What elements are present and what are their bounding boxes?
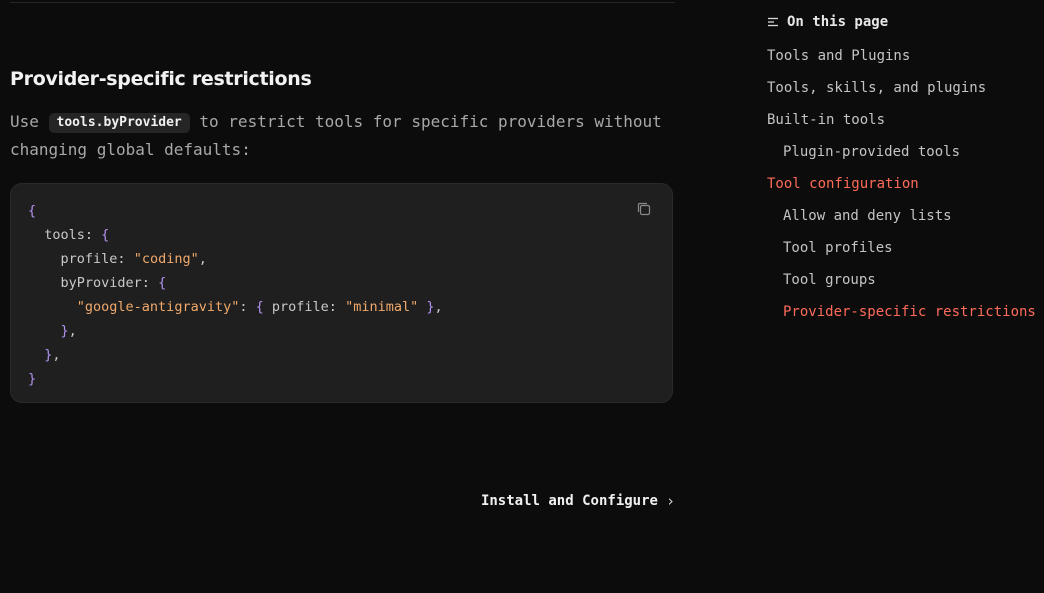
toc-item-tools-and-plugins[interactable]: Tools and Plugins: [767, 44, 1037, 68]
toc-item-tool-configuration[interactable]: Tool configuration: [767, 172, 1037, 196]
code-key: tools: [44, 227, 85, 243]
code-brace: {: [28, 203, 37, 219]
code-brace: {: [255, 299, 264, 315]
toc-title: On this page: [787, 14, 889, 30]
toc-item-allow-deny-lists[interactable]: Allow and deny lists: [767, 204, 1037, 228]
toc-item-provider-specific-restrictions[interactable]: Provider-specific restrictions: [767, 300, 1037, 324]
toc-item-built-in-tools[interactable]: Built-in tools: [767, 108, 1037, 132]
code-brace: {: [158, 275, 167, 291]
code-brace: }: [426, 299, 435, 315]
code-key: byProvider: [60, 275, 142, 291]
toc-item-tools-skills-plugins[interactable]: Tools, skills, and plugins: [767, 76, 1037, 100]
table-of-contents: On this page Tools and Plugins Tools, sk…: [767, 12, 1037, 320]
toc-list: Tools and Plugins Tools, skills, and plu…: [767, 44, 1037, 332]
top-divider: [10, 2, 675, 3]
code-block: { tools: { profile: "coding", byProvider…: [10, 183, 673, 403]
code-key: profile: [271, 299, 329, 315]
code-key: profile: [60, 251, 118, 267]
code-string: "minimal": [345, 299, 419, 315]
next-page-link[interactable]: Install and Configure ›: [481, 492, 675, 510]
inline-code: tools.byProvider: [48, 113, 190, 133]
next-page-label: Install and Configure: [480, 493, 658, 509]
code-brace: }: [60, 323, 69, 339]
toc-item-tool-groups[interactable]: Tool groups: [767, 268, 1037, 292]
intro-paragraph: Use tools.byProvider to restrict tools f…: [10, 108, 670, 164]
toc-item-plugin-provided-tools[interactable]: Plugin-provided tools: [767, 140, 1037, 164]
copy-button[interactable]: [636, 201, 652, 217]
code-brace: }: [28, 371, 37, 387]
toc-item-tool-profiles[interactable]: Tool profiles: [767, 236, 1037, 260]
toc-header: On this page: [767, 12, 1037, 32]
copy-icon: [637, 202, 651, 216]
section-heading: Provider-specific restrictions: [10, 68, 312, 90]
paragraph-text-before: Use: [10, 112, 49, 131]
code-content: { tools: { profile: "coding", byProvider…: [28, 203, 443, 387]
code-string: "google-antigravity": [76, 299, 240, 315]
chevron-right-icon: ›: [665, 492, 675, 510]
code-brace: {: [101, 227, 110, 243]
list-icon: [768, 17, 778, 27]
code-string: "coding": [133, 251, 199, 267]
